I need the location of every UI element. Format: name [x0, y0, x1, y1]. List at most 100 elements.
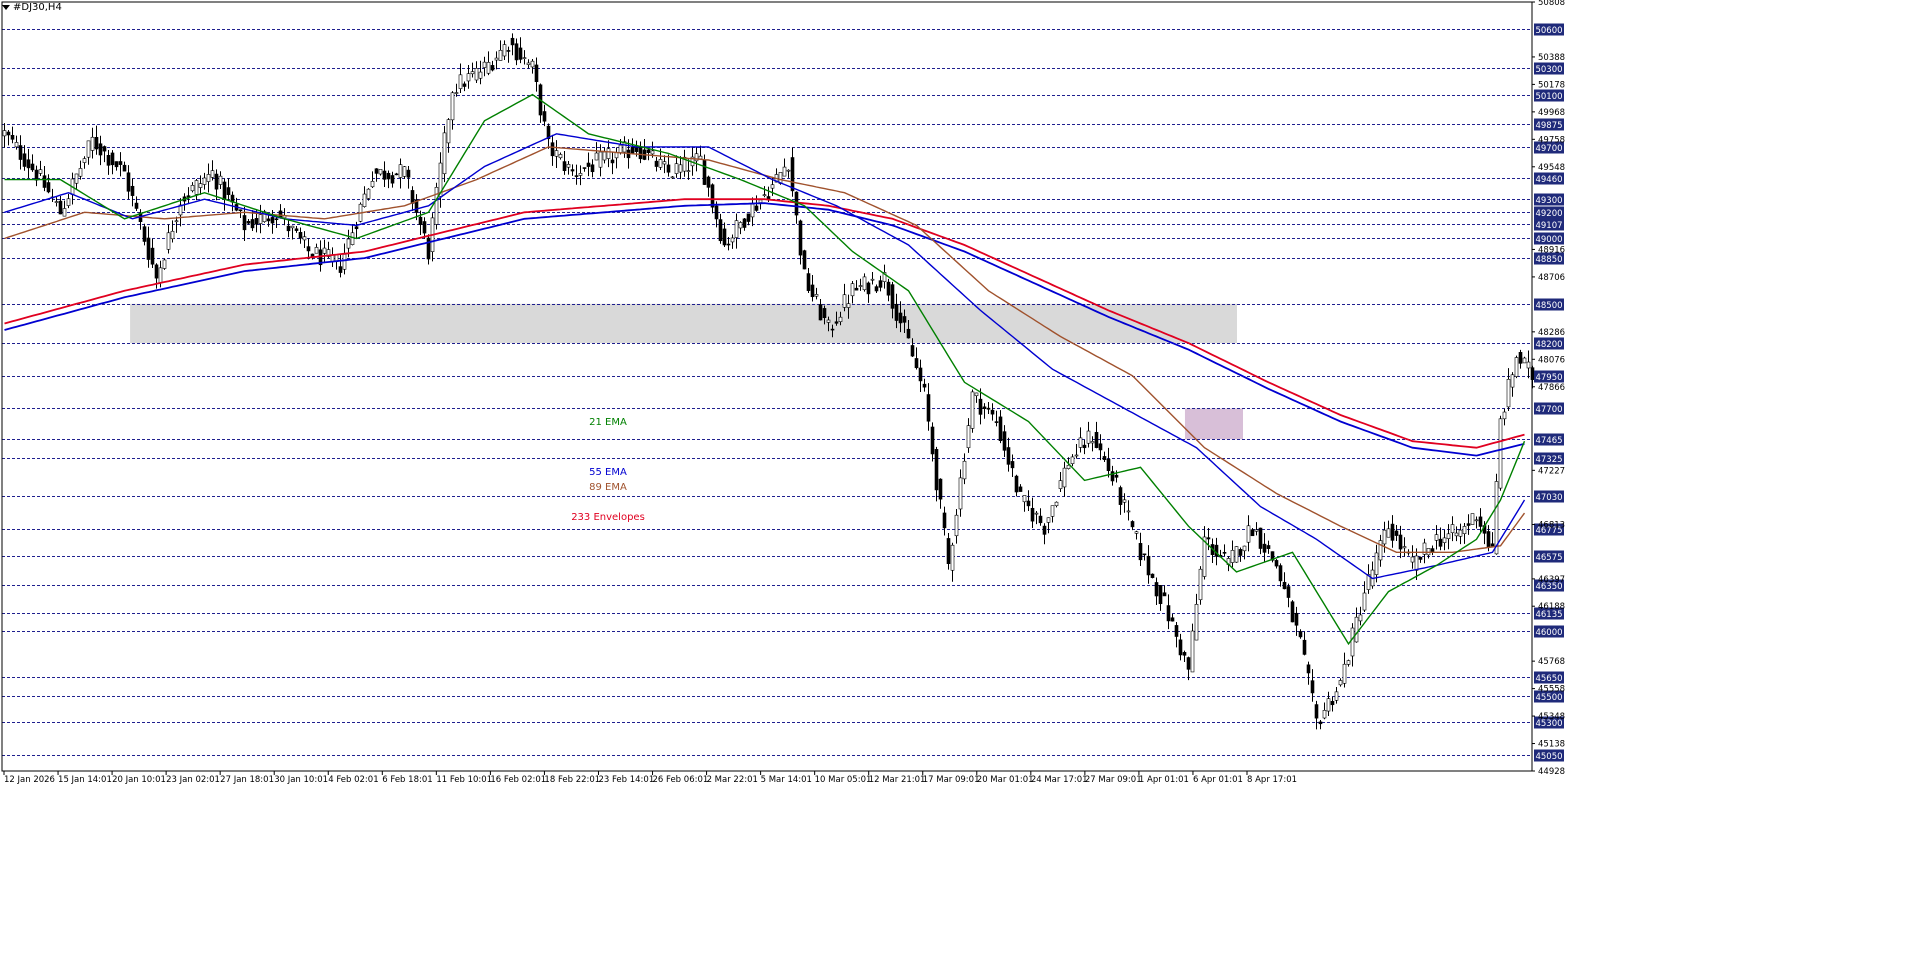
- candle-body: [170, 230, 175, 240]
- candle-body: [478, 71, 483, 79]
- candle-body: [1018, 486, 1023, 492]
- candle-body: [838, 316, 843, 323]
- candle-body: [1246, 525, 1251, 543]
- candle-body: [914, 358, 919, 369]
- candle-body: [198, 183, 203, 188]
- candle-body: [674, 163, 679, 174]
- level-price-label: 47465: [1535, 436, 1562, 446]
- level-price-label: 49460: [1535, 175, 1562, 185]
- candle-body: [654, 160, 659, 167]
- candle-body: [666, 164, 671, 173]
- candle-body: [418, 216, 423, 225]
- candle-body: [1194, 604, 1199, 641]
- candle-body: [126, 172, 131, 192]
- candle-body: [1446, 533, 1451, 539]
- candle-body: [506, 50, 511, 52]
- candle-body: [22, 153, 27, 167]
- candle-body: [1086, 430, 1091, 444]
- candle-body: [826, 319, 831, 323]
- x-tick-label: 30 Jan 10:01: [274, 775, 328, 785]
- candle-body: [270, 217, 275, 224]
- candle-body: [1198, 568, 1203, 601]
- candle-body: [1262, 543, 1267, 553]
- price-chart[interactable]: 21 EMA 55 EMA 89 EMA 233 Envelopes 50600 503…: [0, 0, 1916, 963]
- candle-body: [878, 280, 883, 288]
- candle-body: [906, 328, 911, 339]
- y-tick-label: 49758: [1538, 135, 1565, 145]
- candle-body: [1390, 523, 1395, 541]
- candle-body: [926, 394, 931, 422]
- candle-body: [146, 237, 151, 260]
- candle-body: [1386, 528, 1391, 538]
- candle-body: [1458, 529, 1463, 537]
- level-price-label: 46575: [1535, 553, 1562, 563]
- level-price-label: 49875: [1535, 121, 1562, 131]
- candle-body: [306, 246, 311, 252]
- candle-body: [634, 147, 639, 152]
- candle-body: [594, 152, 599, 161]
- candle-body: [1186, 657, 1191, 670]
- candle-body: [510, 37, 515, 46]
- candle-body: [102, 146, 107, 152]
- candle-body: [1470, 513, 1475, 525]
- level-price-label: 49700: [1535, 144, 1562, 154]
- x-tick-label: 12 Jan 2026: [4, 775, 55, 785]
- candle-body: [1170, 617, 1175, 622]
- candle-body: [290, 225, 295, 229]
- candle-body: [646, 149, 651, 153]
- candle-body: [1098, 443, 1103, 451]
- candle-body: [54, 201, 59, 203]
- candle-body: [762, 194, 767, 196]
- ema-21-line: [4, 93, 1526, 646]
- candle-body: [1258, 527, 1263, 549]
- candle-body: [1158, 585, 1163, 605]
- candle-body: [490, 65, 495, 71]
- candle-body: [214, 173, 219, 190]
- x-tick-label: 1 Apr 01:01: [1139, 775, 1189, 785]
- axes-layer: 50600 50300 50100 49875 49700 49460 49300 49200…: [1, 0, 1565, 785]
- candle-body: [374, 168, 379, 174]
- candle-body: [46, 182, 51, 193]
- candle-body: [1250, 529, 1255, 537]
- candle-body: [998, 416, 1003, 442]
- candle-body: [90, 136, 95, 151]
- candle-body: [874, 286, 879, 292]
- candle-body: [902, 316, 907, 323]
- candle-body: [574, 175, 579, 177]
- candle-body: [1238, 549, 1243, 556]
- x-tick-label: 16 Feb 02:01: [490, 775, 546, 785]
- x-tick-label: 12 Mar 21:01: [869, 775, 926, 785]
- level-price-label: 45650: [1535, 674, 1562, 684]
- candle-body: [158, 267, 163, 284]
- candle-body: [362, 193, 367, 207]
- candle-body: [394, 173, 399, 176]
- candle-body: [1222, 552, 1227, 554]
- level-price-label: 50300: [1535, 65, 1562, 75]
- candle-body: [1026, 500, 1031, 507]
- candle-body: [1358, 614, 1363, 622]
- level-price-label: 49300: [1535, 196, 1562, 206]
- candle-body: [482, 61, 487, 68]
- x-tick-label: 5 Mar 14:01: [761, 775, 812, 785]
- candle-body: [958, 477, 963, 510]
- level-price-label: 47325: [1535, 455, 1562, 465]
- level-price-label: 49107: [1535, 221, 1562, 231]
- candle-body: [1326, 698, 1331, 712]
- candle-body: [110, 152, 115, 166]
- candle-body: [1050, 505, 1055, 517]
- candle-body: [754, 205, 759, 211]
- level-price-label: 47030: [1535, 493, 1562, 503]
- candle-body: [366, 188, 371, 199]
- level-price-label: 48500: [1535, 301, 1562, 311]
- pink-zone: [1184, 408, 1243, 440]
- candle-body: [790, 157, 795, 192]
- candle-body: [602, 151, 607, 161]
- candle-body: [1398, 534, 1403, 550]
- candle-body: [1138, 543, 1143, 561]
- candle-body: [498, 49, 503, 61]
- candle-body: [466, 73, 471, 82]
- candle-body: [1162, 592, 1167, 597]
- candle-body: [606, 148, 611, 159]
- candle-body: [238, 209, 243, 212]
- x-tick-label: 6 Feb 18:01: [382, 775, 432, 785]
